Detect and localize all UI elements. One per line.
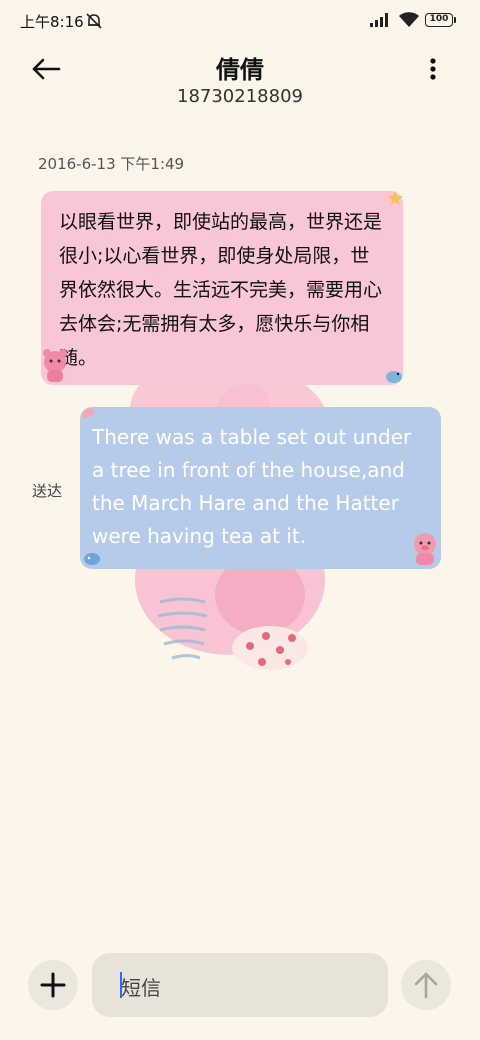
phone-number: 18730218809 (177, 86, 303, 107)
pink-bear-sticker-icon (43, 349, 67, 382)
send-button[interactable] (401, 960, 451, 1010)
signal-icon (370, 13, 388, 27)
whale-sticker-icon (84, 553, 100, 565)
battery-level: 100 (429, 14, 449, 24)
more-vertical-icon (430, 58, 436, 80)
add-attachment-button[interactable] (28, 960, 78, 1010)
delivery-status: 送达 (32, 482, 63, 500)
arrow-up-icon (414, 972, 438, 999)
incoming-message-text: 以眼看世界，即使站的最高，世界还是很小;以心看世界，即使身处局限，世界依然很大。… (59, 211, 383, 369)
leaf-sticker-icon (81, 408, 95, 418)
message-timestamp: 2016-6-13 下午1:49 (38, 155, 185, 173)
pink-pig-sticker-icon (414, 533, 436, 565)
message-bubble-outgoing[interactable]: There was a table set out under a tree i… (80, 407, 441, 569)
star-sticker-icon (387, 191, 403, 205)
bird-sticker-icon (386, 371, 402, 383)
status-time: 上午8:16 (20, 13, 84, 31)
more-button[interactable] (420, 56, 446, 84)
battery-indicator: 100 (425, 13, 453, 27)
wifi-icon (399, 12, 419, 27)
outgoing-message-text: There was a table set out under a tree i… (92, 425, 412, 548)
status-bar: 上午8:16 100 (0, 0, 480, 42)
message-input-placeholder: 短信 (121, 976, 161, 1000)
battery-tip (454, 17, 456, 23)
text-cursor (120, 972, 122, 998)
plus-icon (40, 972, 66, 998)
contact-name: 倩倩 (216, 56, 264, 84)
message-bubble-incoming[interactable]: 以眼看世界，即使站的最高，世界还是很小;以心看世界，即使身处局限，世界依然很大。… (41, 191, 403, 385)
bell-off-icon (86, 13, 102, 29)
